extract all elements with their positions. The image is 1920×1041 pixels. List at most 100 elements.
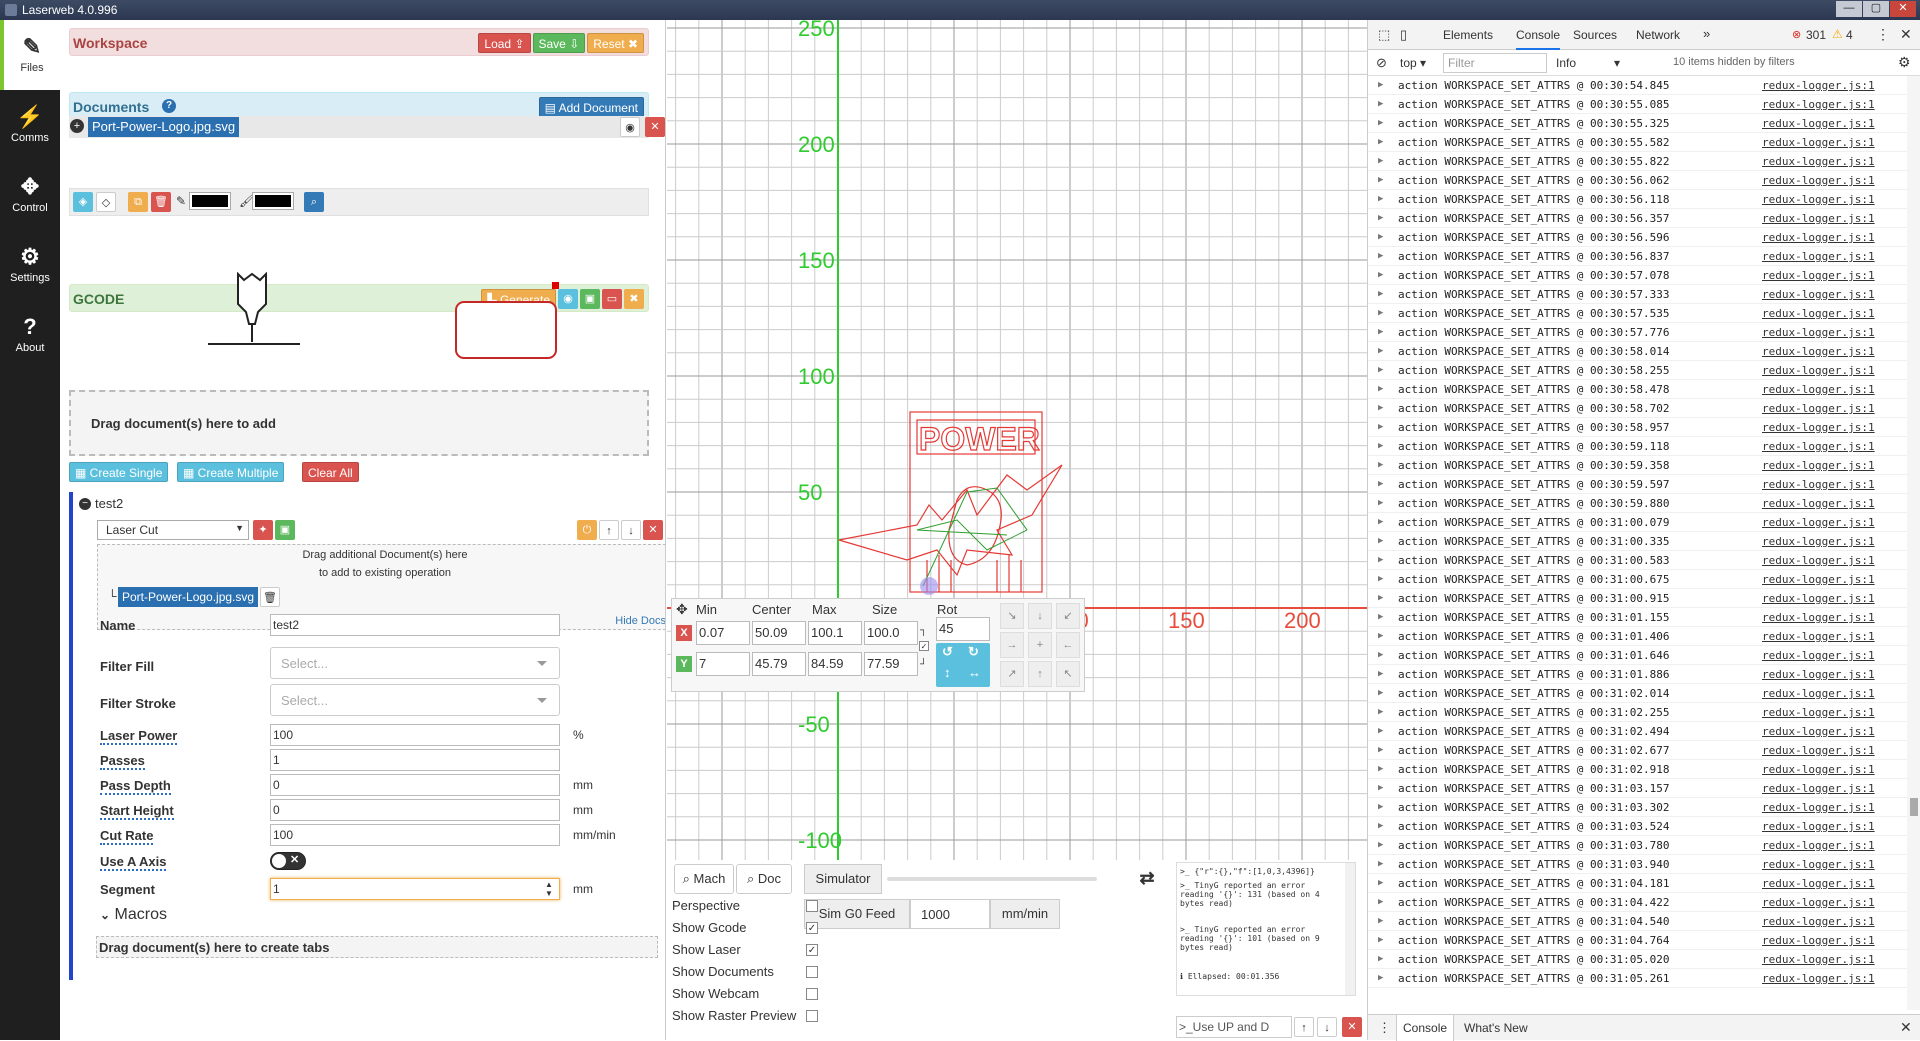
log-source-link[interactable]: redux-logger.js:1 (1762, 627, 1875, 646)
power-icon[interactable]: ⏻ (577, 520, 597, 540)
align-top-icon[interactable]: ↓ (1028, 603, 1052, 629)
option-checkbox[interactable] (806, 966, 818, 978)
use-a-axis-toggle[interactable]: ✕ (270, 852, 306, 870)
log-source-link[interactable]: redux-logger.js:1 (1762, 437, 1875, 456)
sim-g0-feed-input[interactable]: 1000 (910, 899, 990, 929)
more-tabs-icon[interactable]: » (1703, 26, 1710, 41)
lock-ratio-checkbox[interactable]: ✓ (919, 641, 929, 651)
start-height-input[interactable]: 0 (270, 799, 560, 821)
log-row[interactable]: ▶ action WORKSPACE_SET_ATTRS @ 00:31:02.6… (1368, 741, 1908, 760)
expand-triangle-icon[interactable]: ▶ (1378, 76, 1383, 95)
segment-input[interactable]: 1 (270, 878, 560, 900)
log-row[interactable]: ▶ action WORKSPACE_SET_ATTRS @ 00:31:01.1… (1368, 608, 1908, 627)
log-source-link[interactable]: redux-logger.js:1 (1762, 494, 1875, 513)
expand-triangle-icon[interactable]: ▶ (1378, 513, 1383, 532)
expand-triangle-icon[interactable]: ▶ (1378, 627, 1383, 646)
expand-triangle-icon[interactable]: ▶ (1378, 551, 1383, 570)
history-up-icon[interactable]: ↑ (1294, 1017, 1314, 1037)
reset-button[interactable]: Reset ✖ (587, 33, 644, 53)
expand-triangle-icon[interactable]: ▶ (1378, 475, 1383, 494)
link-icon[interactable]: ┐ (920, 625, 927, 636)
context-select[interactable]: top ▾ (1400, 56, 1426, 70)
warning-count[interactable]: 4 (1846, 28, 1853, 42)
log-source-link[interactable]: redux-logger.js:1 (1762, 228, 1875, 247)
log-row[interactable]: ▶ action WORKSPACE_SET_ATTRS @ 00:30:58.4… (1368, 380, 1908, 399)
log-row[interactable]: ▶ action WORKSPACE_SET_ATTRS @ 00:31:01.6… (1368, 646, 1908, 665)
log-source-link[interactable]: redux-logger.js:1 (1762, 760, 1875, 779)
collapse-icon[interactable]: − (79, 498, 91, 510)
expand-triangle-icon[interactable]: ▶ (1378, 456, 1383, 475)
close-window-button[interactable]: ✕ (1890, 1, 1916, 17)
expand-triangle-icon[interactable]: ▶ (1378, 266, 1383, 285)
log-source-link[interactable]: redux-logger.js:1 (1762, 209, 1875, 228)
move-down-icon[interactable]: ↓ (621, 520, 641, 540)
clone-icon[interactable]: ⧉ (128, 192, 148, 212)
create-multiple-button[interactable]: ▦ Create Multiple (177, 462, 285, 482)
log-row[interactable]: ▶ action WORKSPACE_SET_ATTRS @ 00:30:56.1… (1368, 190, 1908, 209)
x-min-input[interactable]: 0.07 (696, 621, 750, 645)
tab-elements[interactable]: Elements (1443, 28, 1493, 42)
devtools-scrollbar[interactable] (1907, 76, 1920, 1010)
expand-triangle-icon[interactable]: ▶ (1378, 532, 1383, 551)
deselect-icon[interactable]: ◇ (96, 192, 116, 212)
rotation-input[interactable]: 45 (936, 617, 990, 641)
log-row[interactable]: ▶ action WORKSPACE_SET_ATTRS @ 00:31:00.6… (1368, 570, 1908, 589)
log-source-link[interactable]: redux-logger.js:1 (1762, 361, 1875, 380)
y-max-input[interactable]: 84.59 (808, 652, 862, 676)
log-row[interactable]: ▶ action WORKSPACE_SET_ATTRS @ 00:30:56.5… (1368, 228, 1908, 247)
y-min-input[interactable]: 7 (696, 652, 750, 676)
operation-type-select[interactable]: Laser Cut ▼ (97, 520, 249, 540)
log-source-link[interactable]: redux-logger.js:1 (1762, 95, 1875, 114)
filter-stroke-select[interactable]: Select... (270, 684, 560, 716)
log-source-link[interactable]: redux-logger.js:1 (1762, 608, 1875, 627)
expand-triangle-icon[interactable]: ▶ (1378, 247, 1383, 266)
expand-triangle-icon[interactable]: ▶ (1378, 589, 1383, 608)
expand-triangle-icon[interactable]: ▶ (1378, 817, 1383, 836)
log-row[interactable]: ▶ action WORKSPACE_SET_ATTRS @ 00:30:55.5… (1368, 133, 1908, 152)
log-row[interactable]: ▶ action WORKSPACE_SET_ATTRS @ 00:31:01.8… (1368, 665, 1908, 684)
log-row[interactable]: ▶ action WORKSPACE_SET_ATTRS @ 00:31:00.0… (1368, 513, 1908, 532)
nav-settings[interactable]: ⚙ Settings (0, 230, 60, 300)
mach-button[interactable]: ⌕ Mach (674, 864, 734, 894)
expand-triangle-icon[interactable]: ▶ (1378, 380, 1383, 399)
log-source-link[interactable]: redux-logger.js:1 (1762, 456, 1875, 475)
align-center-icon[interactable]: + (1028, 632, 1052, 658)
option-checkbox[interactable]: ✓ (806, 944, 818, 956)
help-icon[interactable]: ? (162, 99, 176, 113)
name-input[interactable]: test2 (270, 614, 560, 636)
log-row[interactable]: ▶ action WORKSPACE_SET_ATTRS @ 00:30:57.3… (1368, 285, 1908, 304)
scroll-thumb[interactable] (1910, 798, 1918, 816)
document-dropzone[interactable]: Drag document(s) here to add (69, 390, 649, 456)
console-filter-input[interactable]: Filter (1443, 53, 1547, 73)
console-messages[interactable]: ▶ action WORKSPACE_SET_ATTRS @ 00:30:54.8… (1368, 76, 1908, 1010)
x-max-input[interactable]: 100.1 (808, 621, 862, 645)
expand-triangle-icon[interactable]: ▶ (1378, 190, 1383, 209)
expand-triangle-icon[interactable]: ▶ (1378, 779, 1383, 798)
maximize-button[interactable]: ▢ (1863, 1, 1889, 17)
log-source-link[interactable]: redux-logger.js:1 (1762, 931, 1875, 950)
document-name[interactable]: Port-Power-Logo.jpg.svg (88, 117, 240, 137)
log-row[interactable]: ▶ action WORKSPACE_SET_ATTRS @ 00:30:58.9… (1368, 418, 1908, 437)
log-source-link[interactable]: redux-logger.js:1 (1762, 304, 1875, 323)
log-row[interactable]: ▶ action WORKSPACE_SET_ATTRS @ 00:31:03.9… (1368, 855, 1908, 874)
log-row[interactable]: ▶ action WORKSPACE_SET_ATTRS @ 00:31:04.4… (1368, 893, 1908, 912)
log-source-link[interactable]: redux-logger.js:1 (1762, 703, 1875, 722)
move-up-icon[interactable]: ↑ (599, 520, 619, 540)
log-source-link[interactable]: redux-logger.js:1 (1762, 779, 1875, 798)
option-row[interactable]: Show Webcam (672, 986, 818, 1006)
align-top-left-icon[interactable]: ↘ (1000, 603, 1024, 629)
expand-triangle-icon[interactable]: ▶ (1378, 741, 1383, 760)
log-row[interactable]: ▶ action WORKSPACE_SET_ATTRS @ 00:30:57.0… (1368, 266, 1908, 285)
minimize-button[interactable]: — (1836, 1, 1862, 17)
log-row[interactable]: ▶ action WORKSPACE_SET_ATTRS @ 00:30:54.8… (1368, 76, 1908, 95)
expand-triangle-icon[interactable]: ▶ (1378, 608, 1383, 627)
expand-triangle-icon[interactable]: ▶ (1378, 494, 1383, 513)
log-row[interactable]: ▶ action WORKSPACE_SET_ATTRS @ 00:30:59.8… (1368, 494, 1908, 513)
grid[interactable]: 25020015010050-50-100-50100150200POWER (667, 20, 1367, 865)
cut-rate-input[interactable]: 100 (270, 824, 560, 846)
log-source-link[interactable]: redux-logger.js:1 (1762, 798, 1875, 817)
log-source-link[interactable]: redux-logger.js:1 (1762, 513, 1875, 532)
log-source-link[interactable]: redux-logger.js:1 (1762, 855, 1875, 874)
log-row[interactable]: ▶ action WORKSPACE_SET_ATTRS @ 00:31:02.2… (1368, 703, 1908, 722)
expand-triangle-icon[interactable]: ▶ (1378, 152, 1383, 171)
